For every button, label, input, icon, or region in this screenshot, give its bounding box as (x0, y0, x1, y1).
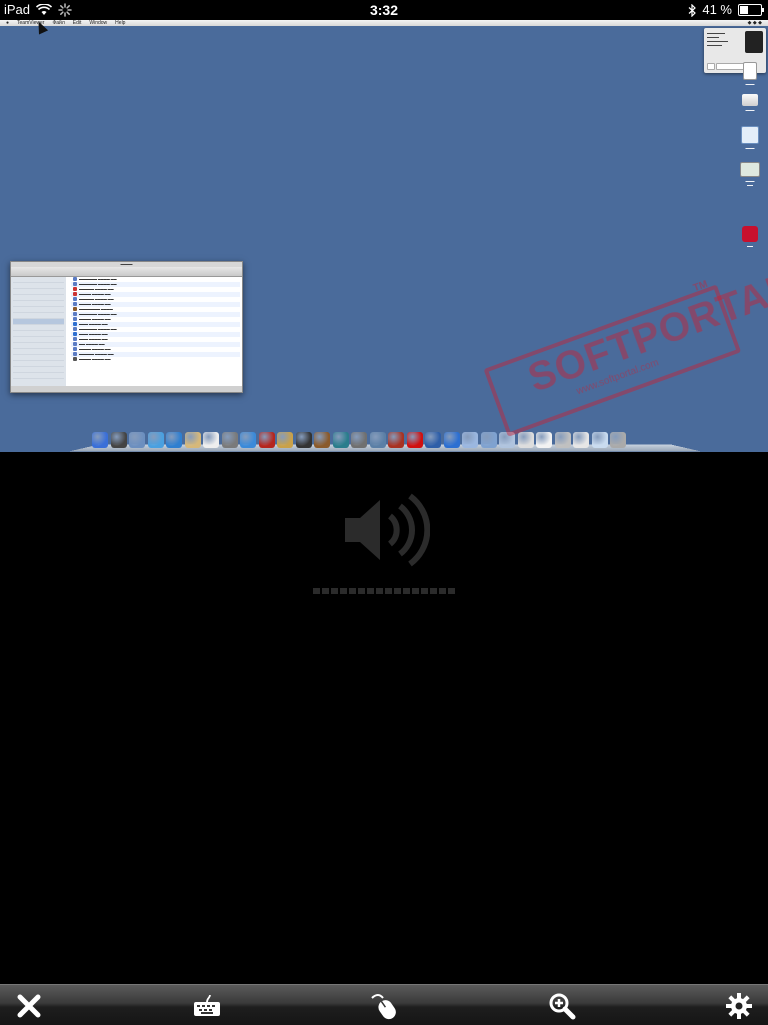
dock-app-icon[interactable] (462, 432, 478, 448)
dock-app-icon[interactable] (610, 432, 626, 448)
volume-segment (385, 588, 392, 594)
dock-app-icon[interactable] (443, 432, 460, 448)
dock-app-icon[interactable] (258, 432, 275, 448)
remote-menubar: ● TeamViewer Файл Edit Window Help ◆ ◆ ◆ (0, 20, 768, 26)
finder-window[interactable]: ▬▬▬▬ ▬▬▬▬▬▬ ▬▬▬▬ ▬▬ ▬▬▬▬▬▬ ▬▬▬▬ ▬▬ ▬▬▬▬▬… (10, 261, 243, 393)
list-item: ▬▬▬▬ ▬▬▬▬ ▬▬ (71, 357, 240, 362)
volume-segment (358, 588, 365, 594)
status-bar: iPad 3:32 41 % (0, 0, 768, 20)
volume-segment (349, 588, 356, 594)
menu-edit[interactable]: Edit (73, 20, 82, 26)
dock-app-icon[interactable] (277, 432, 293, 448)
dock-app-icon[interactable] (425, 432, 441, 448)
menu-file[interactable]: Файл (52, 20, 64, 26)
bluetooth-icon (688, 3, 697, 17)
close-icon (17, 994, 41, 1018)
mouse-icon (371, 994, 396, 1020)
finder-file-list[interactable]: ▬▬▬▬▬▬ ▬▬▬▬ ▬▬ ▬▬▬▬▬▬ ▬▬▬▬ ▬▬ ▬▬▬▬▬ ▬▬▬▬… (71, 277, 240, 386)
desktop-pdf-app-icon[interactable]: ▬▬ (736, 226, 764, 248)
desktop-hard-drive-icon[interactable]: ▬▬▬ (736, 94, 764, 112)
volume-segment (367, 588, 374, 594)
volume-segment (376, 588, 383, 594)
dock-app-icon[interactable] (166, 432, 182, 448)
volume-segment (448, 588, 455, 594)
keyboard-button[interactable] (190, 989, 224, 1023)
dock-app-icon[interactable] (184, 432, 201, 448)
dock-app-icon[interactable] (240, 432, 256, 448)
keyboard-icon (194, 994, 220, 1016)
dock-app-icon[interactable] (369, 432, 386, 448)
dock-app-icon[interactable] (406, 432, 423, 448)
volume-segment (331, 588, 338, 594)
volume-segment (322, 588, 329, 594)
finder-toolbar[interactable] (11, 267, 242, 277)
dock-app-icon[interactable] (332, 432, 349, 448)
volume-segment (439, 588, 446, 594)
dock-app-icon[interactable] (92, 432, 108, 448)
dock-app-icon[interactable] (388, 432, 404, 448)
volume-segment (403, 588, 410, 594)
bottom-toolbar (0, 984, 768, 1025)
zoom-button[interactable] (545, 989, 579, 1023)
volume-segment (313, 588, 320, 594)
finder-status-bar (11, 386, 242, 392)
volume-segment (430, 588, 437, 594)
battery-level-fill (740, 6, 748, 14)
volume-segment (421, 588, 428, 594)
desktop-document-icon[interactable]: ▬▬▬ (736, 62, 764, 86)
dock-app-icon[interactable] (351, 432, 367, 448)
mouse-button[interactable] (367, 989, 401, 1023)
speaker-icon (345, 493, 430, 567)
battery-percent: 41 % (702, 2, 732, 17)
settings-button[interactable] (722, 989, 756, 1023)
desktop-screenshot-icon[interactable]: ▬▬▬ ▬▬ (736, 162, 764, 187)
volume-segment (340, 588, 347, 594)
notification-close-button[interactable] (707, 63, 715, 70)
dock-app-icon[interactable] (129, 432, 145, 448)
clock: 3:32 (369, 2, 399, 18)
dock-app-icon[interactable] (221, 432, 238, 448)
menu-window[interactable]: Window (89, 20, 107, 26)
notification-thumbnail (745, 31, 763, 53)
zoom-icon (549, 993, 576, 1020)
finder-sidebar[interactable] (11, 277, 66, 386)
desktop-disk-icon[interactable]: ▬▬▬ (736, 126, 764, 150)
close-button[interactable] (12, 989, 46, 1023)
volume-segment (394, 588, 401, 594)
gear-icon (726, 993, 752, 1019)
notification-text: ▬▬▬▬▬▬ ▬▬▬▬ ▬▬▬▬▬▬▬ ▬▬▬▬▬ (707, 31, 728, 47)
dock-app-icon[interactable] (295, 432, 312, 448)
menubar-status-icons: ◆ ◆ ◆ (747, 20, 762, 26)
volume-segment (412, 588, 419, 594)
dock-app-icon[interactable] (314, 432, 330, 448)
battery-icon (738, 4, 764, 16)
dock-app-icon[interactable] (147, 432, 164, 448)
volume-level-indicator (313, 588, 455, 594)
menu-help[interactable]: Help (115, 20, 125, 26)
dock-app-icon[interactable] (110, 432, 127, 448)
dock-app-icon[interactable] (591, 432, 608, 448)
apple-menu-icon[interactable]: ● (6, 20, 9, 26)
dock-app-icon[interactable] (203, 432, 219, 448)
